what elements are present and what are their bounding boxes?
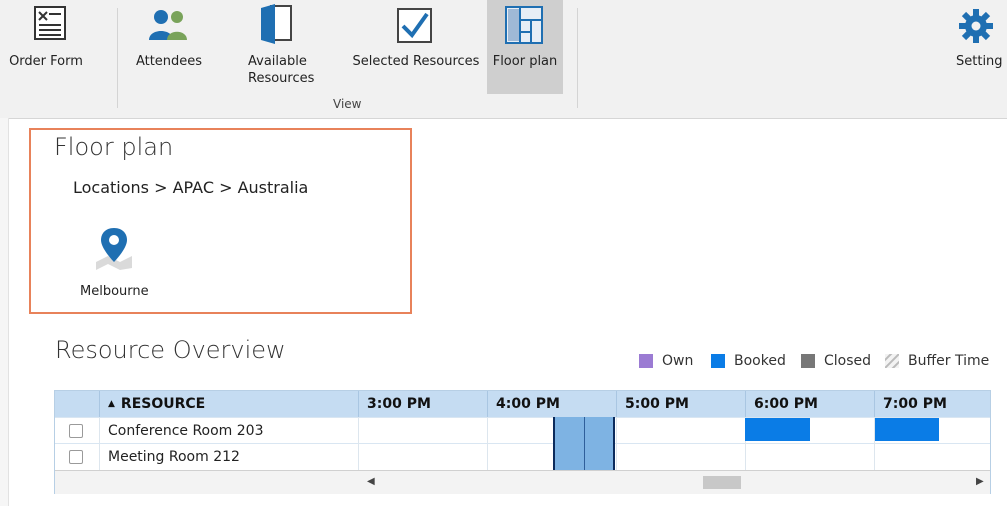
time-column-divider bbox=[616, 417, 617, 470]
checkbox-checked-icon bbox=[397, 8, 432, 43]
attendees-label: Attendees bbox=[135, 54, 203, 69]
settings-label: Setting bbox=[956, 54, 1003, 69]
legend-swatch-own bbox=[639, 354, 653, 368]
ribbon-toolbar: Order Form Attendees Available Resources bbox=[0, 0, 1007, 119]
legend-closed: Closed bbox=[801, 353, 871, 369]
legend-booked: Booked bbox=[711, 353, 786, 369]
gear-icon bbox=[959, 9, 993, 43]
sort-ascending-icon: ▲ bbox=[108, 399, 115, 409]
row-checkbox[interactable] bbox=[69, 450, 83, 464]
resource-name[interactable]: Meeting Room 212 bbox=[99, 444, 358, 470]
floor-plan-icon bbox=[505, 6, 543, 44]
ribbon-separator bbox=[117, 8, 118, 108]
legend-swatch-buffer-icon bbox=[885, 354, 899, 368]
row-select-cell bbox=[55, 418, 99, 444]
legend-label: Buffer Time bbox=[908, 353, 990, 369]
location-melbourne-label[interactable]: Melbourne bbox=[80, 284, 149, 299]
table-row[interactable]: Conference Room 203 bbox=[55, 417, 990, 444]
selected-resources-label: Selected Resources bbox=[352, 54, 480, 69]
time-column-divider bbox=[358, 417, 359, 470]
legend-label: Own bbox=[662, 353, 694, 369]
resource-grid: ▲ RESOURCE 3:00 PM 4:00 PM 5:00 PM 6:00 P… bbox=[54, 390, 991, 494]
resource-name[interactable]: Conference Room 203 bbox=[99, 418, 358, 444]
ribbon-separator bbox=[577, 8, 578, 108]
header-time: 7:00 PM bbox=[874, 391, 990, 417]
header-time: 3:00 PM bbox=[358, 391, 487, 417]
selected-block-divider bbox=[584, 417, 585, 470]
floor-plan-label: Floor plan bbox=[492, 54, 558, 69]
attendees-button[interactable]: Attendees bbox=[125, 0, 213, 94]
table-row[interactable]: Meeting Room 212 bbox=[55, 443, 990, 470]
legend-own: Own bbox=[639, 353, 693, 369]
available-resources-label: Available Resources bbox=[248, 54, 315, 86]
floor-plan-panel: Floor plan Locations > APAC > Australia … bbox=[29, 128, 412, 314]
breadcrumb[interactable]: Locations > APAC > Australia bbox=[73, 178, 308, 197]
legend-buffer-time: Buffer Time bbox=[885, 353, 989, 369]
app-window: Order Form Attendees Available Resources bbox=[0, 0, 1007, 506]
legend-swatch-booked bbox=[711, 354, 725, 368]
door-icon bbox=[261, 4, 292, 44]
selected-time-block[interactable] bbox=[553, 417, 615, 470]
header-resource-label: RESOURCE bbox=[120, 396, 206, 412]
floor-plan-title: Floor plan bbox=[54, 133, 174, 161]
attendees-icon bbox=[149, 10, 187, 40]
available-resources-button[interactable]: Available Resources bbox=[232, 0, 322, 94]
header-time: 6:00 PM bbox=[745, 391, 874, 417]
order-form-button[interactable]: Order Form bbox=[0, 0, 92, 94]
time-column-divider bbox=[487, 417, 488, 470]
header-time: 5:00 PM bbox=[616, 391, 745, 417]
row-select-cell bbox=[55, 444, 99, 470]
horizontal-scrollbar[interactable]: ◀ ▶ bbox=[55, 470, 990, 494]
header-select-cell bbox=[55, 391, 99, 417]
scroll-thumb[interactable] bbox=[703, 476, 741, 489]
row-checkbox[interactable] bbox=[69, 424, 83, 438]
ribbon-group-label: View bbox=[333, 97, 362, 111]
legend-label: Closed bbox=[824, 353, 872, 369]
header-resource[interactable]: ▲ RESOURCE bbox=[99, 391, 358, 417]
page-left-edge bbox=[0, 118, 9, 506]
order-form-icon bbox=[34, 6, 66, 40]
selected-resources-button[interactable]: Selected Resources bbox=[348, 0, 484, 94]
resource-overview-title: Resource Overview bbox=[55, 336, 286, 364]
map-pin-icon[interactable] bbox=[94, 226, 134, 270]
booked-slot[interactable] bbox=[745, 418, 810, 441]
scroll-left-arrow-icon[interactable]: ◀ bbox=[367, 476, 375, 487]
floor-plan-button[interactable]: Floor plan bbox=[487, 0, 563, 94]
booked-slot[interactable] bbox=[875, 418, 939, 441]
legend-swatch-closed bbox=[801, 354, 815, 368]
order-form-label: Order Form bbox=[9, 54, 83, 69]
header-time: 4:00 PM bbox=[487, 391, 616, 417]
legend-label: Booked bbox=[734, 353, 786, 369]
grid-header: ▲ RESOURCE 3:00 PM 4:00 PM 5:00 PM 6:00 P… bbox=[55, 391, 990, 417]
scroll-right-arrow-icon[interactable]: ▶ bbox=[976, 476, 984, 487]
settings-button[interactable]: Setting bbox=[950, 0, 1007, 94]
